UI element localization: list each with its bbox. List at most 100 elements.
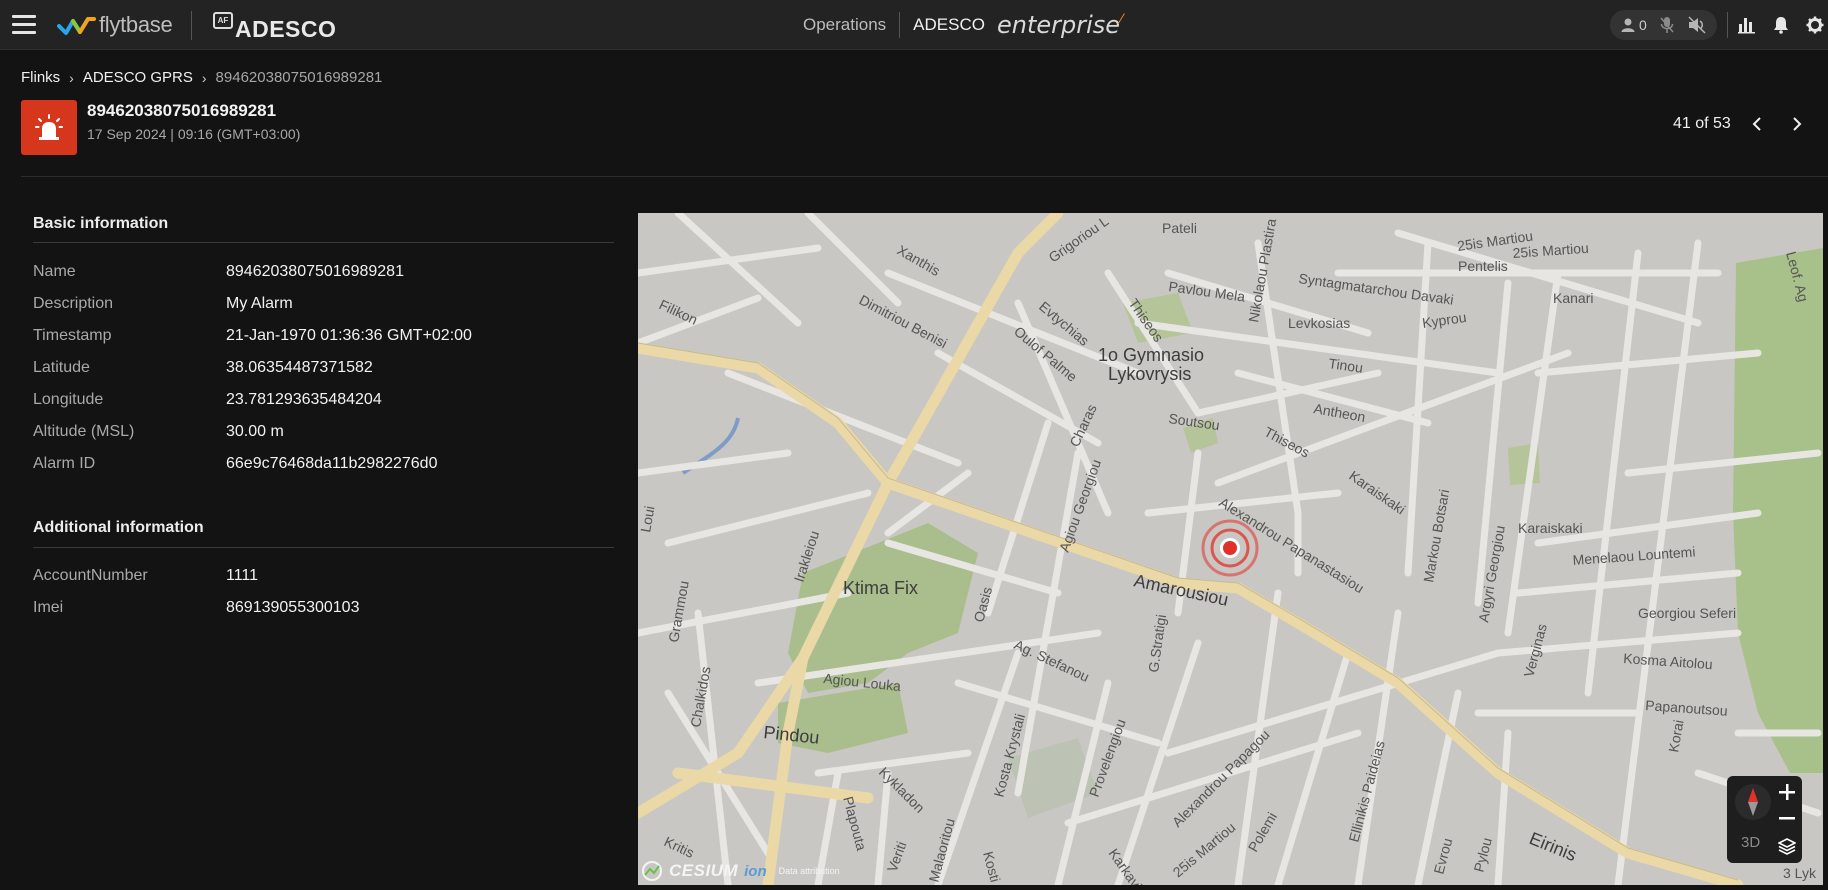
map-attribution: CESIUM ion Data attribution [641,860,840,882]
client-logo: AF ADESCO [213,12,336,43]
menu-icon[interactable] [12,15,36,35]
cesium-logo-icon [642,861,662,881]
plus-icon [1779,784,1795,800]
info-row-description: Description My Alarm [33,295,613,315]
info-label: Imei [33,599,64,616]
breadcrumb: Flinks › ADESCO GPRS › 89462038075016989… [21,69,382,86]
info-row-account-number: AccountNumber 1111 [33,567,613,587]
map-controls: 3D [1727,776,1802,863]
info-value: My Alarm [226,295,293,312]
info-value: 30.00 m [226,423,284,440]
info-label: Longitude [33,391,104,408]
chevron-right-icon: › [69,69,74,86]
info-row-longitude: Longitude 23.781293635484204 [33,391,613,411]
additional-info-title: Additional information [33,519,204,536]
compass-button[interactable] [1735,784,1771,820]
label-3-lyk: 3 Lyk [1783,865,1817,881]
brand-name: flytbase [99,12,173,37]
info-row-name: Name 89462038075016989281 [33,263,613,283]
pilot-count-value: 0 [1639,17,1647,33]
prev-button[interactable] [1743,112,1771,136]
info-value: 38.06354487371582 [226,359,373,376]
breadcrumb-flinks[interactable]: Flinks [21,69,60,86]
zoom-in-button[interactable] [1775,780,1799,804]
toolbar-divider [1726,12,1728,38]
page-subtitle: 17 Sep 2024 | 09:16 (GMT+03:00) [87,126,301,142]
info-value: 66e9c76468da11b2982276d0 [226,455,438,472]
speaker-off-icon [1688,16,1706,34]
client-logo-text: ADESCO [235,16,337,42]
bell-icon[interactable] [1772,16,1790,34]
zoom-out-button[interactable] [1775,806,1799,830]
info-value: 21-Jan-1970 01:36:36 GMT+02:00 [226,327,472,344]
header-divider [21,176,1828,177]
info-label: Timestamp [33,327,112,344]
chart-icon[interactable] [1737,16,1756,34]
additional-info-divider [33,547,614,548]
siren-icon [35,113,63,140]
info-row-altitude: Altitude (MSL) 30.00 m [33,423,613,443]
map-view[interactable]: Grigoriou L Xanthis Pateli 25is Martiou … [638,213,1823,885]
flytbase-logo-icon [57,17,96,35]
info-value: 1111 [226,567,259,584]
chevron-right-icon [1793,117,1802,131]
info-value: 23.781293635484204 [226,391,382,408]
info-label: Altitude (MSL) [33,423,135,440]
breadcrumb-adesco-gprs[interactable]: ADESCO GPRS [83,69,193,86]
center-nav: Operations ADESCO enterprise⁄ [803,0,1122,50]
info-row-timestamp: Timestamp 21-Jan-1970 01:36:36 GMT+02:00 [33,327,613,347]
mic-off-icon [1660,17,1674,33]
page-title: 89462038075016989281 [87,101,277,120]
basic-info-title: Basic information [33,215,169,232]
info-label: Alarm ID [33,455,96,472]
info-row-imei: Imei 869139055300103 [33,599,613,619]
right-toolbar: 0 [1610,9,1824,41]
flytbase-logo[interactable]: flytbase [57,12,173,38]
speaker-toggle[interactable] [1687,16,1707,34]
pilot-status-pill[interactable]: 0 [1610,10,1717,40]
enterprise-text: enterprise [996,11,1121,39]
alarm-badge [21,100,77,155]
cesium-ion: ion [744,862,767,880]
info-label: Name [33,263,76,280]
label-pentelis: Pentelis [1458,258,1508,274]
label-kanari: Kanari [1553,290,1593,306]
mic-toggle[interactable] [1659,16,1675,34]
pager: 41 of 53 [1673,112,1811,136]
top-bar: flytbase AF ADESCO Operations ADESCO ent… [0,0,1828,50]
chevron-left-icon [1752,117,1761,131]
label-gymnasio-2: Lykovrysis [1108,364,1191,384]
info-label: Latitude [33,359,90,376]
layers-button[interactable] [1775,834,1799,858]
cesium-brand: CESIUM [669,861,739,880]
label-georgiou-seferi: Georgiou Seferi [1638,605,1736,621]
client-mark: AF [213,12,233,29]
label-gymnasio-1: 1o Gymnasio [1098,345,1204,365]
info-value: 89462038075016989281 [226,263,404,280]
info-value: 869139055300103 [226,599,360,616]
minus-icon [1779,817,1795,820]
info-row-latitude: Latitude 38.06354487371582 [33,359,613,379]
pilot-count: 0 [1620,17,1647,33]
map-canvas[interactable]: Grigoriou L Xanthis Pateli 25is Martiou … [638,213,1823,885]
data-attribution-link[interactable]: Data attribution [779,866,840,876]
user-icon [1621,18,1635,32]
info-row-alarm-id: Alarm ID 66e9c76468da11b2982276d0 [33,455,613,475]
info-label: AccountNumber [33,567,148,584]
next-button[interactable] [1783,112,1811,136]
gear-icon[interactable] [1806,16,1824,34]
label-karaiskaki-2: Karaiskaki [1518,520,1583,536]
chevron-right-icon: › [201,69,207,86]
alarm-marker[interactable] [1201,519,1259,577]
brand-divider [191,11,192,40]
label-ktima-fix: Ktima Fix [843,578,918,598]
layers-icon [1778,838,1796,855]
nav-client-name: ADESCO [913,15,985,34]
info-label: Description [33,295,114,312]
breadcrumb-current: 89462038075016989281 [215,69,383,86]
nav-divider [899,12,901,38]
nav-operations[interactable]: Operations [803,15,886,35]
basic-info-divider [33,242,614,243]
3d-toggle-button[interactable]: 3D [1741,834,1760,851]
compass-icon [1748,788,1758,816]
